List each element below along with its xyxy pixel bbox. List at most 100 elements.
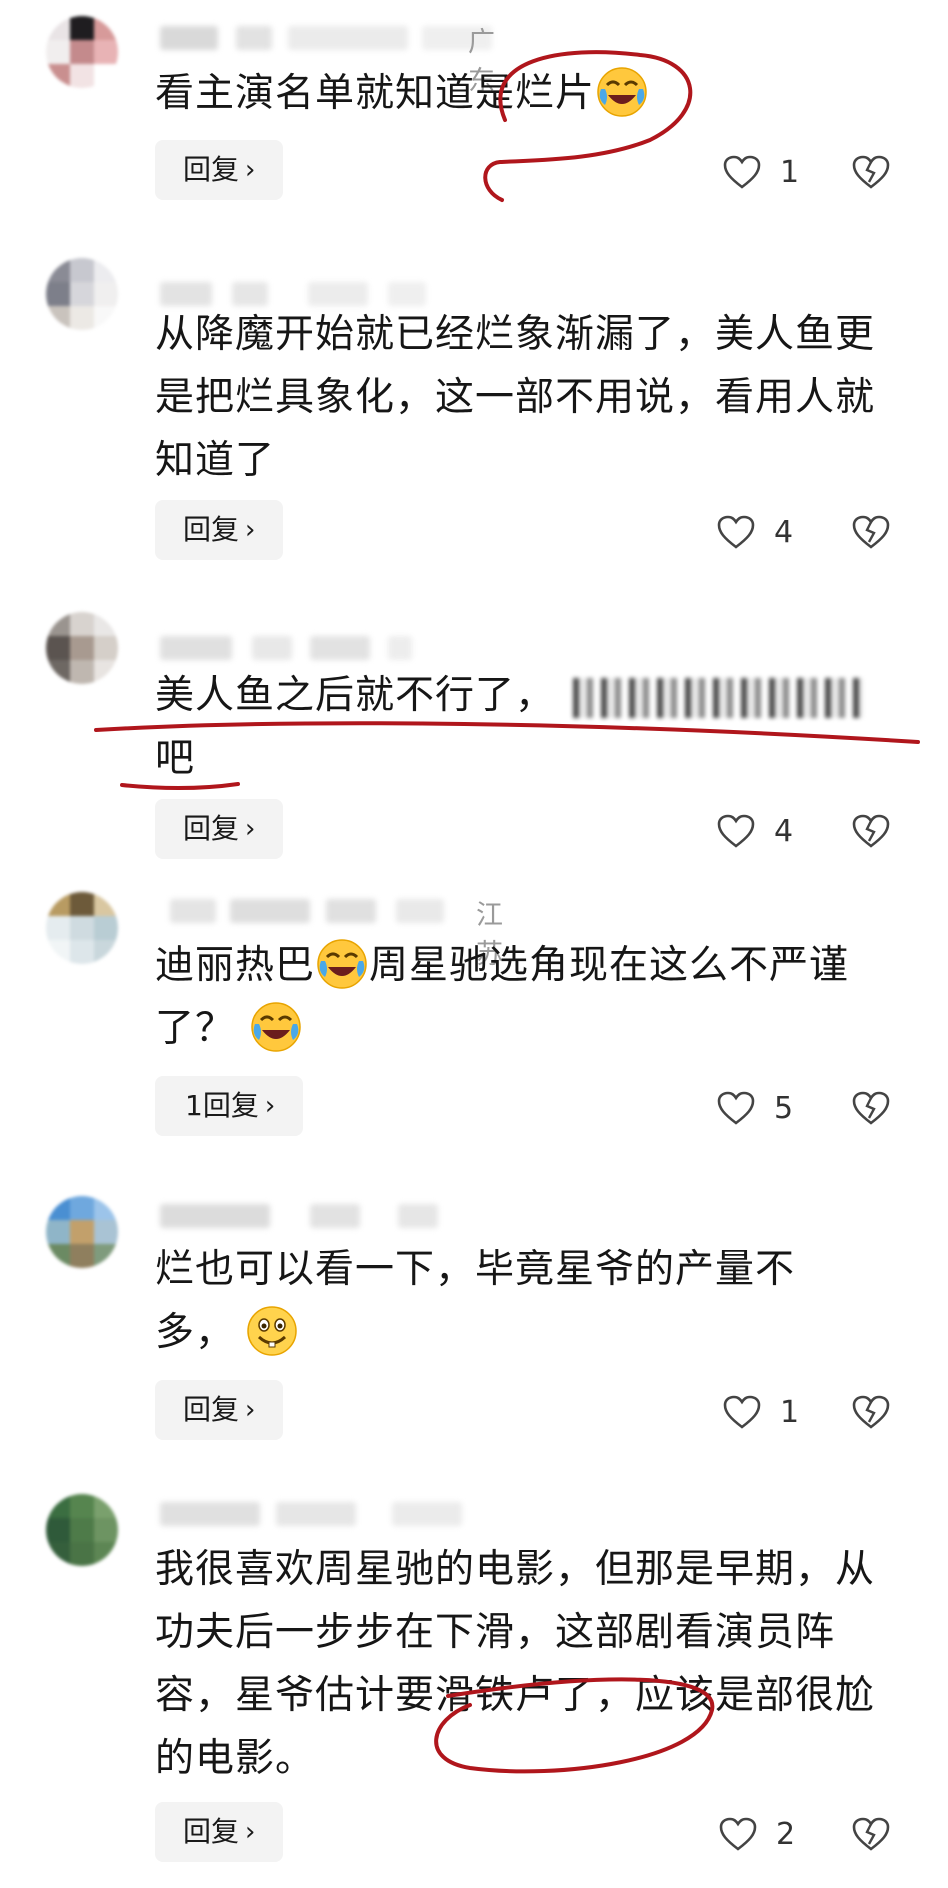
- avatar-pixel: [94, 916, 118, 940]
- avatar-pixel: [70, 1220, 94, 1244]
- comment-text: 我很喜欢周星驰的电影，但那是早期，从功夫后一步步在下滑，这部剧看演员阵容，星爷估…: [155, 1547, 876, 1781]
- avatar-pixel: [94, 64, 118, 88]
- avatar-pixel: [94, 1244, 118, 1268]
- avatar-pixel: [94, 1542, 118, 1566]
- dislike-button[interactable]: [852, 502, 890, 562]
- reply-button[interactable]: 回复 ›: [155, 500, 284, 560]
- avatar-pixel: [70, 258, 94, 282]
- heart-outline-icon: [717, 515, 755, 549]
- reply-button[interactable]: 回复 ›: [155, 1802, 284, 1862]
- broken-heart-icon: [852, 1395, 890, 1429]
- chevron-right-icon: ›: [264, 1091, 276, 1121]
- chevron-right-icon: ›: [245, 155, 256, 185]
- dislike-button[interactable]: [852, 1078, 890, 1138]
- dislike-button[interactable]: [852, 1382, 890, 1442]
- avatar-pixel: [94, 940, 118, 964]
- chevron-right-icon: ›: [245, 1817, 256, 1847]
- avatar-pixel: [94, 282, 118, 306]
- avatar-pixel: [94, 1518, 118, 1542]
- avatar[interactable]: [46, 16, 118, 88]
- avatar-pixel: [70, 1542, 94, 1566]
- avatar-pixel: [94, 306, 118, 330]
- like-button[interactable]: 4: [716, 801, 793, 861]
- avatar-pixel: [46, 1518, 70, 1542]
- like-button[interactable]: 1: [722, 142, 799, 202]
- avatar-pixel: [46, 1542, 70, 1566]
- avatar-pixel: [70, 1244, 94, 1268]
- avatar-pixel: [94, 16, 118, 40]
- avatar-pixel: [94, 1494, 118, 1518]
- avatar[interactable]: [46, 258, 118, 330]
- dislike-button[interactable]: [852, 142, 890, 202]
- avatar-pixel: [46, 1494, 70, 1518]
- broken-heart-icon: [852, 1091, 890, 1125]
- avatar-pixel: [46, 1220, 70, 1244]
- like-button[interactable]: 5: [716, 1078, 793, 1138]
- chevron-right-icon: ›: [245, 515, 256, 545]
- heart-outline-icon: [723, 1395, 761, 1429]
- avatar-pixel: [94, 612, 118, 636]
- avatar-pixel: [46, 16, 70, 40]
- avatar-pixel: [70, 16, 94, 40]
- avatar-pixel: [70, 1518, 94, 1542]
- like-button[interactable]: 4: [716, 502, 793, 562]
- avatar-pixel: [94, 660, 118, 684]
- avatar-pixel: [46, 916, 70, 940]
- broken-heart-icon: [852, 155, 890, 189]
- avatar[interactable]: [46, 612, 118, 684]
- dislike-button[interactable]: [852, 801, 890, 861]
- heart-outline-icon: [717, 814, 755, 848]
- avatar-pixel: [46, 612, 70, 636]
- avatar-pixel: [70, 636, 94, 660]
- laughing-crying-emoji: [595, 65, 649, 119]
- avatar-pixel: [70, 612, 94, 636]
- heart-outline-icon: [723, 155, 761, 189]
- avatar-pixel: [46, 258, 70, 282]
- chevron-right-icon: ›: [245, 1395, 256, 1425]
- avatar-pixel: [70, 1494, 94, 1518]
- broken-heart-icon: [852, 515, 890, 549]
- laughing-crying-emoji: [315, 937, 369, 991]
- broken-heart-icon: [852, 1817, 890, 1851]
- avatar-pixel: [46, 40, 70, 64]
- avatar-pixel: [70, 892, 94, 916]
- avatar-pixel: [94, 636, 118, 660]
- avatar-pixel: [70, 1196, 94, 1220]
- avatar-pixel: [70, 40, 94, 64]
- like-count: 4: [774, 813, 794, 849]
- dislike-button[interactable]: [852, 1804, 890, 1864]
- reply-button[interactable]: 回复 ›: [155, 1380, 284, 1440]
- avatar-pixel: [46, 282, 70, 306]
- grinning-emoji: [245, 1304, 299, 1358]
- avatar-pixel: [46, 660, 70, 684]
- reply-button[interactable]: 回复 ›: [155, 799, 284, 859]
- laughing-crying-emoji: [249, 1000, 303, 1054]
- avatar-pixel: [94, 40, 118, 64]
- like-button[interactable]: 1: [722, 1382, 799, 1442]
- avatar-pixel: [46, 64, 70, 88]
- like-count: 4: [774, 514, 794, 550]
- avatar-pixel: [94, 1196, 118, 1220]
- avatar-pixel: [46, 636, 70, 660]
- comment-text: 美人鱼之后就不行了， 吧: [155, 664, 895, 790]
- avatar-pixel: [70, 940, 94, 964]
- like-count: 1: [780, 154, 800, 190]
- avatar[interactable]: [46, 1494, 118, 1566]
- avatar-pixel: [46, 1196, 70, 1220]
- avatar[interactable]: [46, 892, 118, 964]
- like-button[interactable]: 2: [718, 1804, 795, 1864]
- avatar[interactable]: [46, 1196, 118, 1268]
- reply-button[interactable]: 回复 ›: [155, 140, 284, 200]
- heart-outline-icon: [717, 1091, 755, 1125]
- avatar-pixel: [70, 64, 94, 88]
- avatar-pixel: [46, 1244, 70, 1268]
- like-count: 5: [774, 1090, 794, 1126]
- avatar-pixel: [70, 660, 94, 684]
- reply-button[interactable]: 1回复 ›: [155, 1076, 304, 1136]
- avatar-pixel: [94, 258, 118, 282]
- avatar-pixel: [70, 916, 94, 940]
- avatar-pixel: [46, 892, 70, 916]
- avatar-pixel: [94, 892, 118, 916]
- like-count: 2: [776, 1816, 796, 1852]
- comment-text: 迪丽热巴 周星驰选角现在这么不严谨了？: [155, 934, 895, 1060]
